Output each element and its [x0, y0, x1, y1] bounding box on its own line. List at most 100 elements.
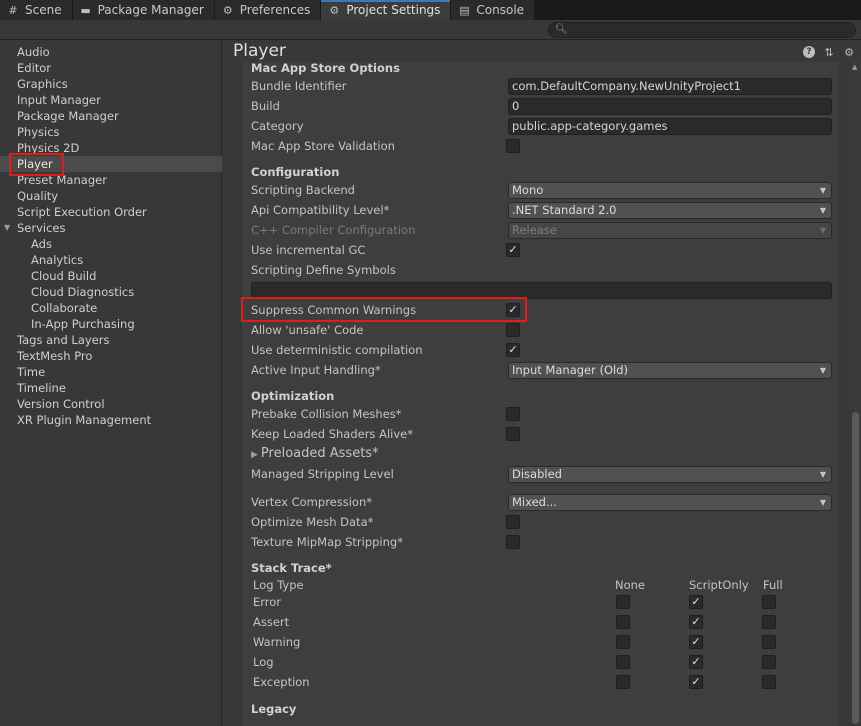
gear-icon[interactable]: ⚙ [843, 46, 855, 59]
sidebar-item-ads[interactable]: Ads [0, 236, 222, 252]
scripting-backend-dropdown[interactable]: Mono ▼ [508, 182, 832, 199]
build-field[interactable]: 0 [508, 98, 832, 115]
mac-app-store-validation-label: Mac App Store Validation [251, 139, 395, 153]
log-scriptonly-checkbox[interactable]: ✓ [689, 655, 703, 669]
sidebar-item-collaborate[interactable]: Collaborate [0, 300, 222, 316]
log-type-warning-label: Warning [253, 635, 301, 649]
prebake-collision-meshes-checkbox[interactable] [506, 407, 520, 421]
section-header-optimization: Optimization [251, 389, 335, 403]
sidebar-item-editor[interactable]: Editor [0, 60, 222, 76]
exception-full-checkbox[interactable] [762, 675, 776, 689]
cpp-compiler-configuration-label: C++ Compiler Configuration [251, 223, 416, 237]
log-full-checkbox[interactable] [762, 655, 776, 669]
console-icon: ▤ [459, 3, 470, 17]
tab-package-manager[interactable]: ▬ Package Manager [72, 0, 215, 20]
panel-scrollbar[interactable]: ▲ [850, 60, 861, 726]
scripting-define-symbols-label: Scripting Define Symbols [251, 263, 396, 277]
warning-full-checkbox[interactable] [762, 635, 776, 649]
optimize-mesh-data-checkbox[interactable] [506, 515, 520, 529]
expand-arrow-icon[interactable]: ▼ [4, 220, 10, 236]
build-label: Build [251, 99, 280, 113]
sidebar-item-tags-and-layers[interactable]: Tags and Layers [0, 332, 222, 348]
scroll-up-arrow-icon[interactable]: ▲ [852, 63, 857, 71]
dropdown-value: Mono [512, 183, 544, 197]
sidebar-item-audio[interactable]: Audio [0, 44, 222, 60]
assert-full-checkbox[interactable] [762, 615, 776, 629]
mac-app-store-validation-checkbox[interactable] [506, 139, 520, 153]
sidebar-item-input-manager[interactable]: Input Manager [0, 92, 222, 108]
log-type-label: Log Type [253, 578, 304, 592]
log-none-checkbox[interactable] [616, 655, 630, 669]
tab-project-settings[interactable]: ⚙ Project Settings [321, 0, 452, 20]
deterministic-compilation-checkbox[interactable]: ✓ [506, 343, 520, 357]
sidebar-item-xr-plugin-management[interactable]: XR Plugin Management [0, 412, 222, 428]
vertex-compression-dropdown[interactable]: Mixed... ▼ [508, 494, 832, 511]
sidebar-item-package-manager[interactable]: Package Manager [0, 108, 222, 124]
managed-stripping-level-label: Managed Stripping Level [251, 467, 394, 481]
deterministic-compilation-label: Use deterministic compilation [251, 343, 423, 357]
allow-unsafe-code-checkbox[interactable] [506, 323, 520, 337]
dropdown-value: Mixed... [512, 495, 557, 509]
error-scriptonly-checkbox[interactable]: ✓ [689, 595, 703, 609]
sidebar-item-services[interactable]: ▼ Services [0, 220, 222, 236]
sidebar-item-graphics[interactable]: Graphics [0, 76, 222, 92]
category-field[interactable]: public.app-category.games [508, 118, 832, 135]
dropdown-value: Release [512, 223, 557, 237]
warning-scriptonly-checkbox[interactable]: ✓ [689, 635, 703, 649]
help-icon[interactable]: ? [803, 46, 815, 58]
tab-label: Project Settings [346, 3, 441, 17]
exception-scriptonly-checkbox[interactable]: ✓ [689, 675, 703, 689]
exception-none-checkbox[interactable] [616, 675, 630, 689]
sidebar-item-cloud-build[interactable]: Cloud Build [0, 268, 222, 284]
column-header-none: None [615, 578, 646, 592]
suppress-warnings-highlight-box [241, 297, 527, 322]
tab-scene[interactable]: # Scene [0, 0, 73, 20]
log-type-assert-label: Assert [253, 615, 290, 629]
sidebar-item-in-app-purchasing[interactable]: In-App Purchasing [0, 316, 222, 332]
scrollbar-thumb[interactable] [852, 412, 859, 724]
sidebar-item-analytics[interactable]: Analytics [0, 252, 222, 268]
package-icon: ▬ [80, 3, 91, 17]
sidebar-item-version-control[interactable]: Version Control [0, 396, 222, 412]
scripting-backend-label: Scripting Backend [251, 183, 355, 197]
tab-label: Package Manager [97, 3, 204, 17]
column-header-scriptonly: ScriptOnly [689, 578, 749, 592]
sidebar-item-timeline[interactable]: Timeline [0, 380, 222, 396]
tab-console[interactable]: ▤ Console [451, 0, 536, 20]
keep-loaded-shaders-checkbox[interactable] [506, 427, 520, 441]
dropdown-value: .NET Standard 2.0 [512, 203, 617, 217]
category-label: Category [251, 119, 304, 133]
assert-scriptonly-checkbox[interactable]: ✓ [689, 615, 703, 629]
assert-none-checkbox[interactable] [616, 615, 630, 629]
texture-mipmap-stripping-checkbox[interactable] [506, 535, 520, 549]
log-type-error-label: Error [253, 595, 282, 609]
search-icon: 🔍︎ [555, 24, 568, 35]
error-none-checkbox[interactable] [616, 595, 630, 609]
gear-icon: ⚙ [222, 3, 233, 17]
tab-label: Console [476, 3, 525, 17]
sidebar-item-label: Services [17, 221, 66, 235]
warning-none-checkbox[interactable] [616, 635, 630, 649]
foldout-arrow-icon: ▶ [251, 450, 258, 460]
panel-actions: ? ⇅ ⚙ [803, 46, 855, 59]
sidebar-item-quality[interactable]: Quality [0, 188, 222, 204]
preloaded-assets-foldout[interactable]: ▶ Preloaded Assets* [251, 445, 379, 463]
sidebar-item-textmesh-pro[interactable]: TextMesh Pro [0, 348, 222, 364]
search-input[interactable]: 🔍︎ [548, 22, 856, 38]
tab-preferences[interactable]: ⚙ Preferences [214, 0, 322, 20]
sidebar-item-time[interactable]: Time [0, 364, 222, 380]
grid-icon: # [8, 3, 18, 17]
managed-stripping-level-dropdown[interactable]: Disabled ▼ [508, 466, 832, 483]
sidebar-item-cloud-diagnostics[interactable]: Cloud Diagnostics [0, 284, 222, 300]
error-full-checkbox[interactable] [762, 595, 776, 609]
sidebar-item-script-execution-order[interactable]: Script Execution Order [0, 204, 222, 220]
bundle-identifier-field[interactable]: com.DefaultCompany.NewUnityProject1 [508, 78, 832, 95]
optimize-mesh-data-label: Optimize Mesh Data* [251, 515, 374, 529]
preset-sliders-icon[interactable]: ⇅ [823, 46, 835, 59]
incremental-gc-checkbox[interactable]: ✓ [506, 243, 520, 257]
settings-toolbar: 🔍︎ [0, 20, 861, 40]
active-input-handling-dropdown[interactable]: Input Manager (Old) ▼ [508, 362, 832, 379]
sidebar-item-physics[interactable]: Physics [0, 124, 222, 140]
column-header-full: Full [763, 578, 783, 592]
api-compatibility-level-dropdown[interactable]: .NET Standard 2.0 ▼ [508, 202, 832, 219]
